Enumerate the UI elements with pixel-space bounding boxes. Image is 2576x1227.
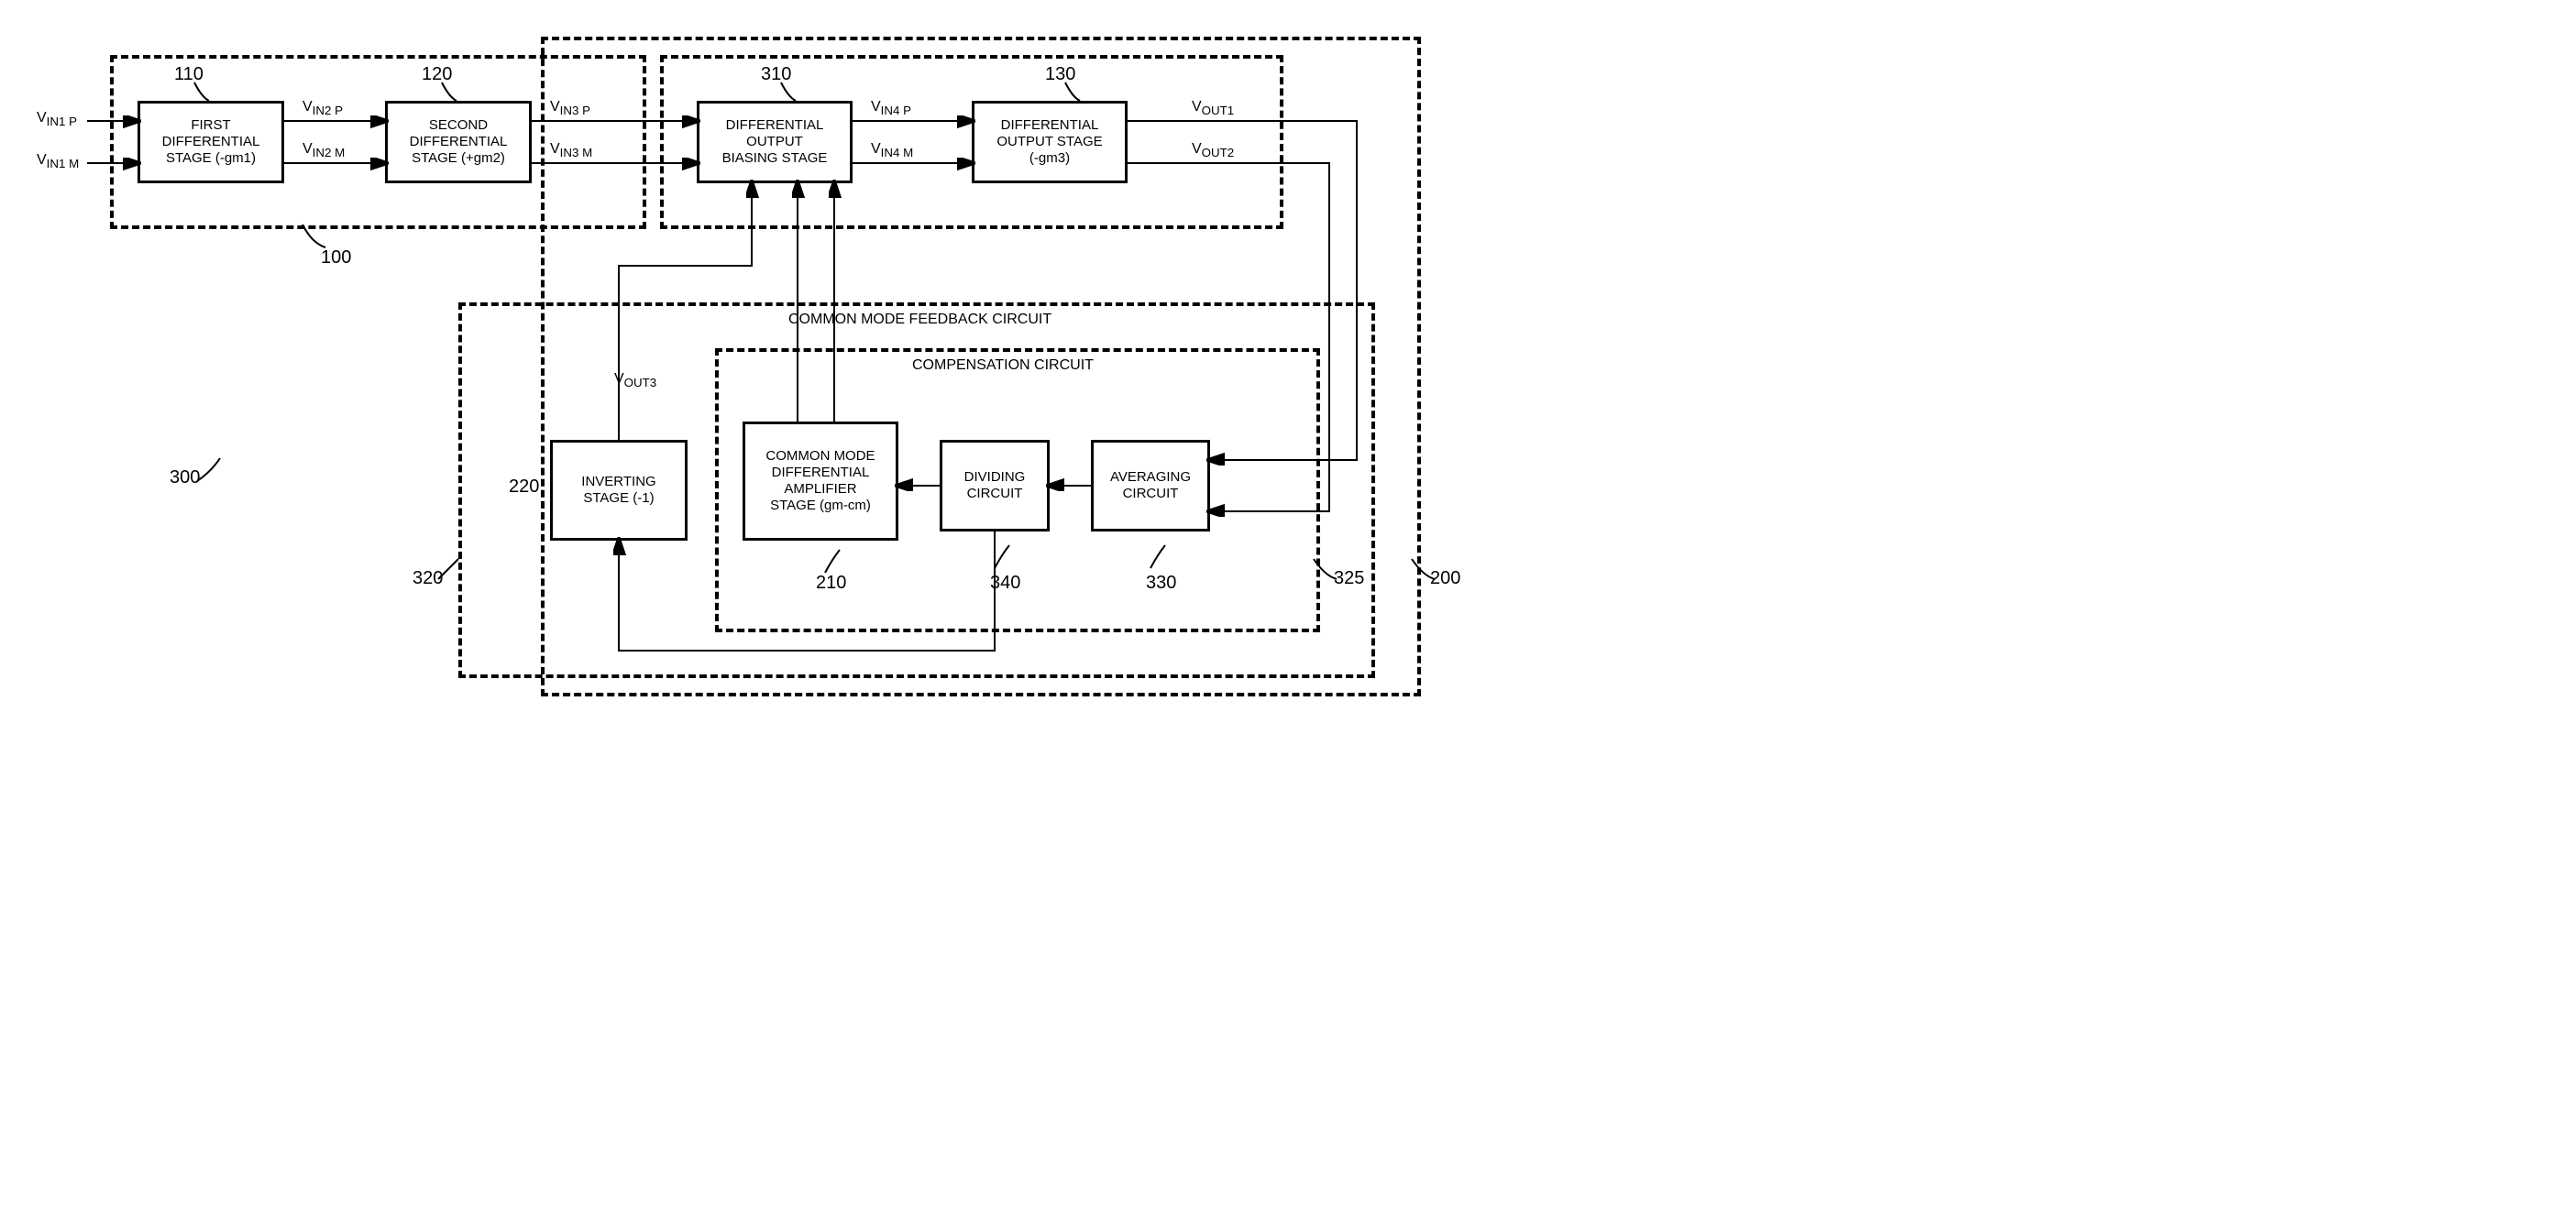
wiring [37, 37, 1430, 696]
diagram-canvas: FIRSTDIFFERENTIALSTAGE (-gm1) SECONDDIFF… [37, 37, 1430, 696]
